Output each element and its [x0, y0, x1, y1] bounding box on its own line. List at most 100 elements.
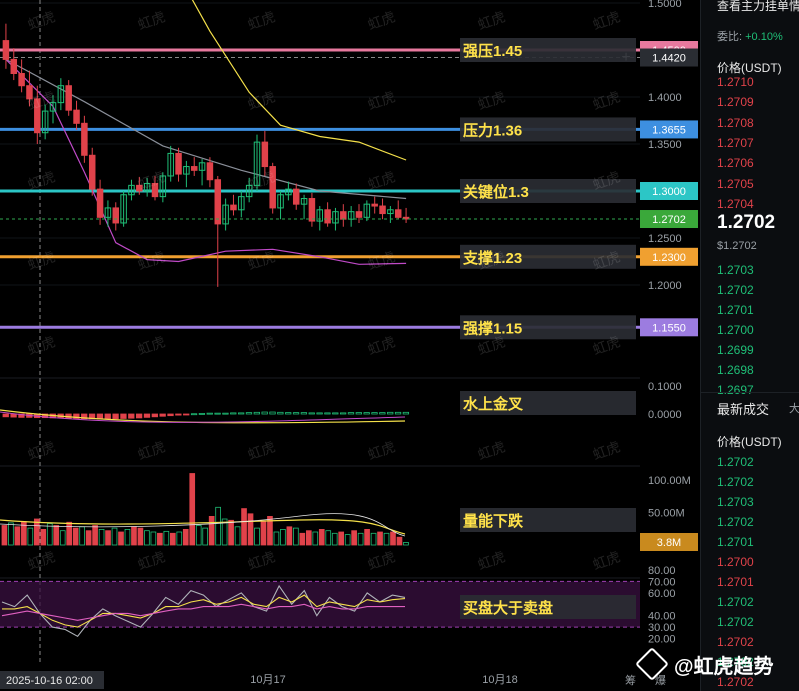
level-label: 关键位1.3: [463, 183, 529, 201]
candle-body: [292, 188, 300, 205]
volume-bar: [14, 526, 21, 546]
tab-latest-trades[interactable]: 最新成交: [717, 399, 769, 418]
trade-price[interactable]: 1.2701: [717, 535, 754, 549]
volume-bar: [169, 532, 176, 546]
candle-body: [340, 211, 347, 220]
volume-bar: [72, 527, 79, 546]
tab-large-trades[interactable]: 大: [789, 400, 799, 416]
candle-body: [81, 122, 88, 156]
level-label: 压力1.36: [463, 121, 522, 139]
brand-watermark: @虹虎趋势: [635, 647, 774, 681]
bid-price[interactable]: 1.2699: [717, 343, 754, 357]
trade-price[interactable]: 1.2702: [717, 515, 754, 529]
macd-bar: [120, 413, 127, 419]
trades-header: 价格(USDT): [717, 435, 782, 449]
volume-bar: [241, 508, 247, 546]
level-price-text: 1.1550: [652, 322, 686, 334]
volume-bar: [396, 536, 403, 546]
macd-bar: [2, 413, 9, 418]
volume-bar: [40, 529, 47, 546]
trade-price[interactable]: 1.2703: [717, 495, 754, 509]
volume-bar: [305, 530, 312, 546]
osc-y-tick: 60.00: [648, 588, 676, 600]
volume-bar: [247, 513, 254, 546]
level-label: 强撑1.15: [463, 319, 522, 337]
trade-price[interactable]: 1.2702: [717, 595, 754, 609]
ratio-value: +0.10%: [745, 31, 783, 43]
osc-y-tick: 20.00: [648, 634, 676, 646]
divider: [701, 392, 799, 393]
trade-price[interactable]: 1.2702: [717, 455, 754, 469]
candle-body: [371, 203, 378, 207]
x-tick-label: 10月17: [250, 674, 285, 686]
trade-price[interactable]: 1.2702: [717, 475, 754, 489]
crosshair-date-text: 2025-10-16 02:00: [6, 675, 93, 687]
macd-bar: [135, 413, 143, 419]
y-tick-label: 1.2500: [648, 233, 682, 245]
x-tick-label: 10月18: [482, 674, 517, 686]
macd-bar: [151, 413, 158, 418]
ask-price[interactable]: 1.2708: [717, 116, 754, 130]
order-book-panel: 查看主力挂单情 委比: +0.10% 价格(USDT) 1.2710 1.2709…: [700, 0, 799, 691]
volume-bar: [1, 525, 8, 546]
bid-price[interactable]: 1.2700: [717, 323, 754, 337]
bid-price[interactable]: 1.2698: [717, 363, 754, 377]
candle-body: [65, 85, 72, 111]
volume-bar: [189, 473, 196, 546]
bid-price[interactable]: 1.2703: [717, 263, 754, 277]
ask-price[interactable]: 1.2706: [717, 156, 754, 170]
ask-price[interactable]: 1.2707: [717, 136, 754, 150]
volume-bar: [338, 531, 345, 546]
macd-annotation: 水上金叉: [463, 395, 524, 413]
ask-price[interactable]: 1.2705: [717, 177, 754, 191]
macd-y-tick: 0.0000: [648, 409, 682, 421]
candle-body: [18, 73, 25, 87]
brand-logo-icon: [635, 647, 669, 681]
candle-body: [88, 154, 96, 190]
osc-y-tick: 80.00: [648, 565, 676, 577]
bid-price[interactable]: 1.2701: [717, 303, 754, 317]
book-header[interactable]: 查看主力挂单情: [717, 0, 799, 14]
ask-price[interactable]: 1.2710: [717, 75, 754, 89]
trade-price[interactable]: 1.2701: [717, 575, 754, 589]
macd-bar: [104, 413, 111, 420]
last-price-usd: $1.2702: [717, 240, 757, 252]
candle-body: [394, 209, 402, 218]
volume-bar: [228, 519, 234, 546]
volume-y-tick: 50.00M: [648, 508, 685, 520]
candle-body: [230, 204, 237, 211]
trade-price[interactable]: 1.2702: [717, 615, 754, 629]
candle-body: [324, 209, 331, 224]
ratio-label-text: 委比:: [717, 31, 743, 43]
volume-bar: [299, 532, 306, 546]
volume-bar: [157, 532, 163, 546]
level-price-text: 1.2300: [652, 252, 686, 264]
y-tick-label: 1.3500: [648, 139, 682, 151]
level-label: 强压1.45: [463, 43, 522, 60]
kline-chart[interactable]: 1.50001.40001.35001.25001.2000+强压1.451.4…: [0, 0, 700, 691]
ask-price[interactable]: 1.2709: [717, 95, 754, 109]
osc-y-tick: 40.00: [648, 611, 676, 623]
trade-price[interactable]: 1.2700: [717, 555, 754, 569]
osc-annotation: 买盘大于卖盘: [463, 599, 553, 617]
candle-body: [261, 141, 269, 168]
osc-y-tick: 30.00: [648, 622, 676, 634]
ask-price[interactable]: 1.2704: [717, 197, 754, 211]
volume-bar: [390, 531, 396, 546]
trade-price[interactable]: 1.2702: [717, 635, 754, 649]
candle-body: [206, 162, 214, 181]
volume-bar: [105, 530, 111, 546]
candle-body: [175, 152, 182, 175]
volume-bar: [66, 521, 73, 546]
osc-y-tick: 70.00: [648, 576, 676, 588]
macd-bar: [143, 413, 151, 418]
macd-bar: [183, 413, 190, 416]
candle-body: [190, 166, 198, 171]
y-tick-label: 1.2000: [648, 280, 682, 292]
volume-bar: [53, 525, 60, 546]
bid-price[interactable]: 1.2702: [717, 283, 754, 297]
volume-bar: [85, 530, 92, 546]
volume-current-text: 3.8M: [657, 537, 681, 549]
bid-price[interactable]: 1.2697: [717, 383, 754, 397]
volume-annotation: 量能下跌: [463, 512, 524, 530]
